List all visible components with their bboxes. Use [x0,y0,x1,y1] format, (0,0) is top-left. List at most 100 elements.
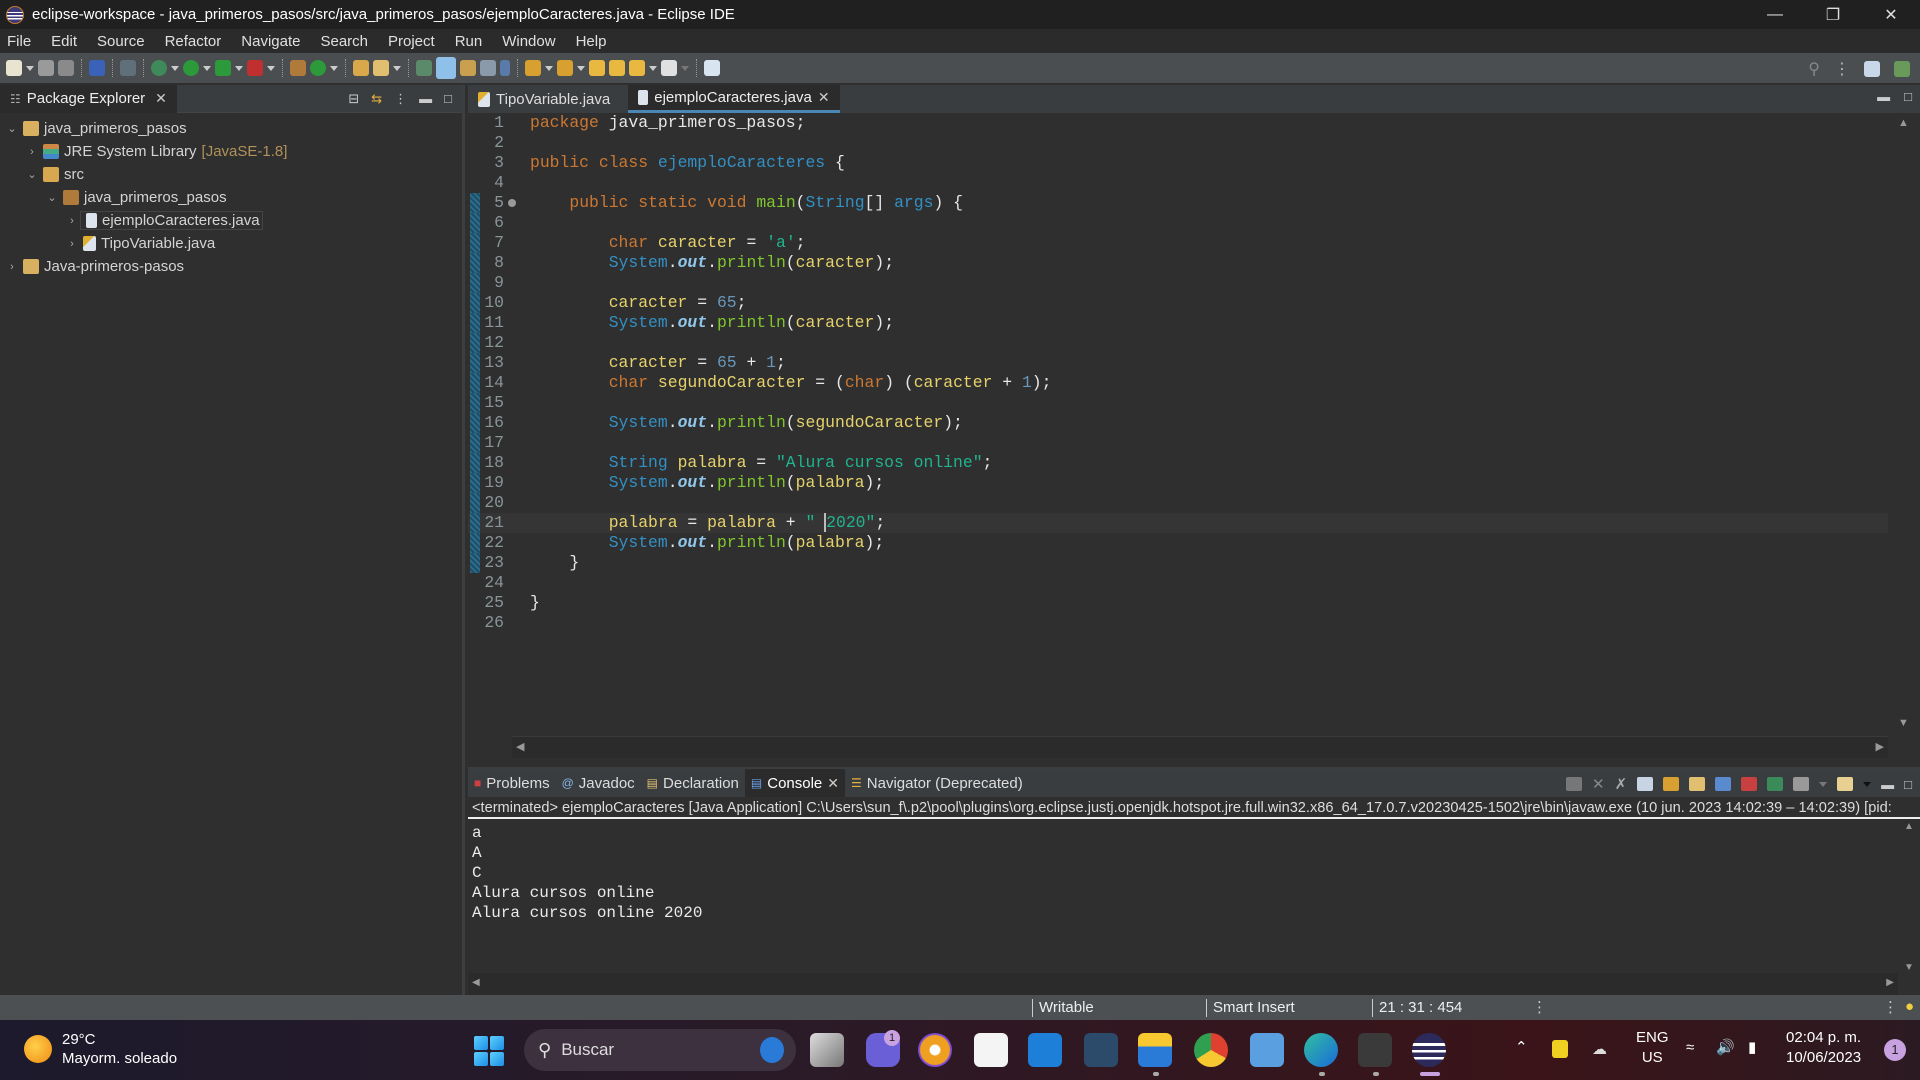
tree-item[interactable]: › TipoVariable.java [0,232,462,255]
notepad-icon[interactable] [1250,1033,1284,1067]
debug-icon[interactable] [151,60,167,76]
tab-problems[interactable]: ■ Problems [468,769,556,797]
show-hidden-icons[interactable]: ⌃ [1515,1038,1528,1058]
collapse-all-icon[interactable]: ⊟ [348,91,359,107]
taskbar-search[interactable]: ⚲ Buscar [524,1029,796,1071]
code-line[interactable]: 2 [468,133,1888,153]
save-icon[interactable] [38,60,54,76]
block-selection-icon[interactable] [480,60,496,76]
new-java-package-icon[interactable] [290,60,306,76]
chevron-down-icon[interactable]: ⌄ [44,191,60,204]
search-tool-icon[interactable] [373,60,389,76]
scroll-left-icon[interactable]: ◀ [472,977,480,988]
more-icon[interactable]: ⋮ [1834,59,1850,79]
scroll-up-icon[interactable]: ▲ [1904,821,1914,832]
code-line[interactable]: 25} [468,593,1888,613]
notepad-blue-icon[interactable] [1028,1033,1062,1067]
code-line[interactable]: 23 } [468,553,1888,573]
scroll-right-icon[interactable]: ▶ [1876,740,1884,753]
code-line[interactable]: 9 [468,273,1888,293]
show-on-stdout-icon[interactable] [1715,777,1732,791]
view-menu-icon[interactable]: ⋮ [394,91,407,107]
scroll-up-icon[interactable]: ▲ [1898,117,1909,129]
terminate-icon[interactable] [1565,777,1582,791]
maximize-view-icon[interactable]: □ [444,91,452,107]
notification-badge[interactable]: 1 [1884,1039,1906,1061]
code-line[interactable]: 5 public static void main(String[] args)… [468,193,1888,213]
task-view-icon[interactable] [810,1033,844,1067]
security-tray-icon[interactable] [1552,1040,1568,1058]
fold-collapse-icon[interactable] [508,199,516,207]
tree-item[interactable]: › ejemploCaracteres.java [0,209,462,232]
next-annotation-icon[interactable] [525,60,541,76]
clock[interactable]: 02:04 p. m. 10/06/2023 [1786,1028,1861,1068]
view-menu-icon[interactable] [1863,781,1872,787]
back-icon[interactable] [609,60,625,76]
volume-icon[interactable]: 🔊 [1716,1038,1735,1058]
menu-search[interactable]: Search [313,33,381,50]
microsoft-store-icon[interactable] [974,1033,1008,1067]
terminal-icon[interactable] [1358,1033,1392,1067]
chrome-icon[interactable] [1194,1033,1228,1067]
bing-icon[interactable] [760,1037,784,1063]
code-line[interactable]: 24 [468,573,1888,593]
tab-javadoc[interactable]: @ Javadoc [556,769,641,797]
chevron-right-icon[interactable]: › [64,238,80,250]
tree-item[interactable]: › JRE System Library [JavaSE-1.8] [0,140,462,163]
new-dropdown-icon[interactable] [26,65,34,71]
code-line[interactable]: 26 [468,613,1888,633]
chevron-right-icon[interactable]: › [64,215,80,227]
menu-run[interactable]: Run [448,33,496,50]
scroll-left-icon[interactable]: ◀ [516,740,524,753]
menu-help[interactable]: Help [569,33,620,50]
word-wrap-icon[interactable] [460,60,476,76]
forward-history-icon[interactable] [629,60,645,76]
eclipse-taskbar-icon[interactable] [1412,1033,1446,1067]
close-icon[interactable]: ✕ [155,90,167,107]
code-line[interactable]: 16 System.out.println(segundoCaracter); [468,413,1888,433]
chevron-right-icon[interactable]: › [4,261,20,273]
mysql-workbench-icon[interactable] [1084,1033,1118,1067]
wifi-icon[interactable]: ≈ [1686,1038,1694,1058]
code-line[interactable]: 17 [468,433,1888,453]
edge-icon[interactable] [1304,1033,1338,1067]
clear-console-icon[interactable] [1637,777,1654,791]
show-whitespace-icon[interactable] [500,60,510,76]
scroll-right-icon[interactable]: ▶ [1886,977,1894,988]
scroll-down-icon[interactable]: ▼ [1898,717,1909,729]
link-with-editor-icon[interactable]: ⇆ [371,91,382,107]
external-tools-icon[interactable] [247,60,263,76]
open-perspective-icon[interactable] [416,60,432,76]
code-line[interactable]: 12 [468,333,1888,353]
code-line[interactable]: 13 caracter = 65 + 1; [468,353,1888,373]
tip-lightbulb-icon[interactable]: ● [1905,998,1914,1015]
tab-navigator[interactable]: ☰ Navigator (Deprecated) [845,769,1029,797]
code-line[interactable]: 3 public class ejemploCaracteres { [468,153,1888,173]
maximize-view-icon[interactable]: □ [1904,777,1912,792]
code-line[interactable]: 4 [468,173,1888,193]
weather-widget[interactable]: 29°C Mayorm. soleado [24,1030,177,1068]
open-console-icon[interactable] [89,60,105,76]
open-perspective-right-icon[interactable] [1864,61,1880,77]
menu-project[interactable]: Project [381,33,448,50]
word-wrap-console-icon[interactable] [1689,777,1706,791]
tab-package-explorer[interactable]: ☷ Package Explorer ✕ [0,84,177,113]
scroll-down-icon[interactable]: ▼ [1904,962,1914,973]
code-line[interactable]: 14 char segundoCaracter = (char) (caract… [468,373,1888,393]
close-icon[interactable]: ✕ [818,89,830,106]
scroll-lock-icon[interactable] [1663,777,1680,791]
console-output[interactable]: a A C Alura cursos online Alura cursos o… [468,819,1920,923]
avast-icon[interactable] [918,1033,952,1067]
tab-console[interactable]: ▤ Console ✕ [744,769,846,797]
tab-ejemplocaracteres[interactable]: ejemploCaracteres.java ✕ [628,85,840,113]
minimize-button[interactable]: — [1746,0,1804,29]
remove-all-terminated-icon[interactable]: ✗ [1615,775,1628,793]
tree-item[interactable]: ⌄ java_primeros_pasos [0,117,462,140]
chevron-right-icon[interactable]: › [24,146,40,158]
pin-console-icon[interactable] [1767,777,1784,791]
code-line[interactable]: 8 System.out.println(caracter); [468,253,1888,273]
horizontal-scrollbar[interactable]: ◀ ▶ [512,736,1888,758]
menu-file[interactable]: File [0,33,44,50]
run-icon[interactable] [183,60,199,76]
tab-declaration[interactable]: ▤ Declaration [641,769,745,797]
